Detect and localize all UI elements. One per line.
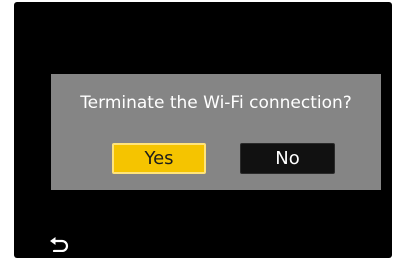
confirm-dialog: Terminate the Wi-Fi connection? Yes No <box>51 74 381 190</box>
no-button-label: No <box>275 147 300 169</box>
camera-screen: Terminate the Wi-Fi connection? Yes No <box>14 2 392 258</box>
dialog-message: Terminate the Wi-Fi connection? <box>80 93 352 113</box>
yes-button[interactable]: Yes <box>112 143 206 174</box>
no-button[interactable]: No <box>240 143 335 174</box>
back-arrow-icon[interactable] <box>47 236 69 253</box>
yes-button-label: Yes <box>144 147 174 169</box>
